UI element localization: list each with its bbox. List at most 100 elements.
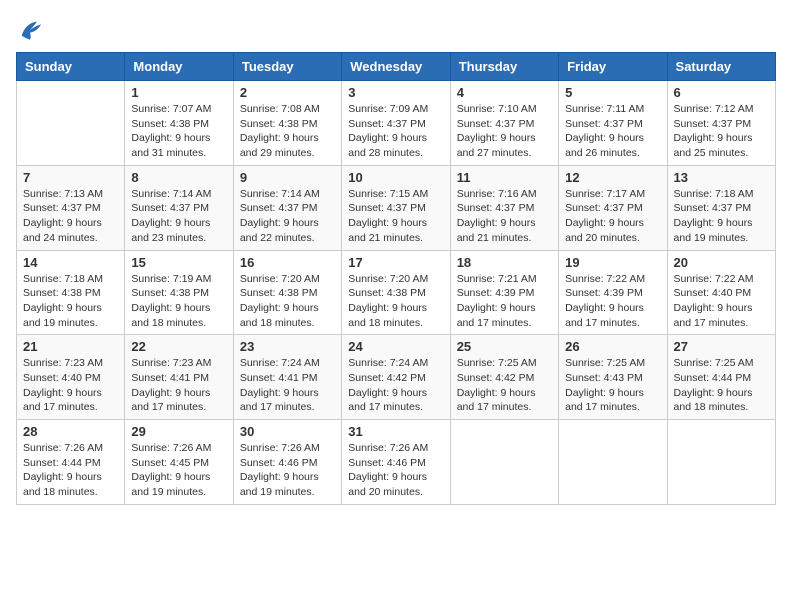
day-info: Sunrise: 7:22 AMSunset: 4:39 PMDaylight:… (565, 272, 660, 331)
calendar-cell: 14 Sunrise: 7:18 AMSunset: 4:38 PMDayligh… (17, 250, 125, 335)
column-header-friday: Friday (559, 53, 667, 81)
column-header-saturday: Saturday (667, 53, 775, 81)
day-number: 14 (23, 255, 118, 270)
day-info: Sunrise: 7:12 AMSunset: 4:37 PMDaylight:… (674, 102, 769, 161)
day-number: 5 (565, 85, 660, 100)
page-header (16, 16, 776, 44)
day-number: 21 (23, 339, 118, 354)
calendar-cell: 31 Sunrise: 7:26 AMSunset: 4:46 PMDayligh… (342, 420, 450, 505)
calendar-week-row: 14 Sunrise: 7:18 AMSunset: 4:38 PMDayligh… (17, 250, 776, 335)
day-info: Sunrise: 7:08 AMSunset: 4:38 PMDaylight:… (240, 102, 335, 161)
day-number: 28 (23, 424, 118, 439)
day-info: Sunrise: 7:25 AMSunset: 4:44 PMDaylight:… (674, 356, 769, 415)
calendar-cell: 6 Sunrise: 7:12 AMSunset: 4:37 PMDaylight… (667, 81, 775, 166)
logo (16, 16, 48, 44)
day-info: Sunrise: 7:15 AMSunset: 4:37 PMDaylight:… (348, 187, 443, 246)
calendar-header-row: SundayMondayTuesdayWednesdayThursdayFrid… (17, 53, 776, 81)
day-info: Sunrise: 7:19 AMSunset: 4:38 PMDaylight:… (131, 272, 226, 331)
calendar-cell: 30 Sunrise: 7:26 AMSunset: 4:46 PMDayligh… (233, 420, 341, 505)
calendar-cell: 18 Sunrise: 7:21 AMSunset: 4:39 PMDayligh… (450, 250, 558, 335)
day-info: Sunrise: 7:16 AMSunset: 4:37 PMDaylight:… (457, 187, 552, 246)
day-number: 22 (131, 339, 226, 354)
day-info: Sunrise: 7:26 AMSunset: 4:45 PMDaylight:… (131, 441, 226, 500)
calendar-cell (17, 81, 125, 166)
day-number: 9 (240, 170, 335, 185)
calendar-cell: 9 Sunrise: 7:14 AMSunset: 4:37 PMDaylight… (233, 165, 341, 250)
day-number: 30 (240, 424, 335, 439)
day-number: 6 (674, 85, 769, 100)
day-info: Sunrise: 7:22 AMSunset: 4:40 PMDaylight:… (674, 272, 769, 331)
calendar-cell: 5 Sunrise: 7:11 AMSunset: 4:37 PMDaylight… (559, 81, 667, 166)
day-info: Sunrise: 7:24 AMSunset: 4:41 PMDaylight:… (240, 356, 335, 415)
logo-bird-icon (16, 16, 44, 44)
day-number: 10 (348, 170, 443, 185)
day-number: 24 (348, 339, 443, 354)
day-info: Sunrise: 7:26 AMSunset: 4:46 PMDaylight:… (348, 441, 443, 500)
calendar-cell: 1 Sunrise: 7:07 AMSunset: 4:38 PMDaylight… (125, 81, 233, 166)
column-header-thursday: Thursday (450, 53, 558, 81)
day-number: 26 (565, 339, 660, 354)
day-number: 25 (457, 339, 552, 354)
day-number: 23 (240, 339, 335, 354)
day-info: Sunrise: 7:11 AMSunset: 4:37 PMDaylight:… (565, 102, 660, 161)
day-info: Sunrise: 7:23 AMSunset: 4:41 PMDaylight:… (131, 356, 226, 415)
day-info: Sunrise: 7:23 AMSunset: 4:40 PMDaylight:… (23, 356, 118, 415)
day-info: Sunrise: 7:17 AMSunset: 4:37 PMDaylight:… (565, 187, 660, 246)
day-info: Sunrise: 7:18 AMSunset: 4:37 PMDaylight:… (674, 187, 769, 246)
day-number: 3 (348, 85, 443, 100)
day-number: 18 (457, 255, 552, 270)
day-info: Sunrise: 7:20 AMSunset: 4:38 PMDaylight:… (240, 272, 335, 331)
calendar-week-row: 21 Sunrise: 7:23 AMSunset: 4:40 PMDayligh… (17, 335, 776, 420)
day-number: 8 (131, 170, 226, 185)
day-info: Sunrise: 7:26 AMSunset: 4:46 PMDaylight:… (240, 441, 335, 500)
day-info: Sunrise: 7:07 AMSunset: 4:38 PMDaylight:… (131, 102, 226, 161)
day-info: Sunrise: 7:18 AMSunset: 4:38 PMDaylight:… (23, 272, 118, 331)
day-info: Sunrise: 7:14 AMSunset: 4:37 PMDaylight:… (240, 187, 335, 246)
day-info: Sunrise: 7:09 AMSunset: 4:37 PMDaylight:… (348, 102, 443, 161)
calendar-cell: 16 Sunrise: 7:20 AMSunset: 4:38 PMDayligh… (233, 250, 341, 335)
calendar-week-row: 28Sunrise: 7:26 AMSunset: 4:44 PMDayligh… (17, 420, 776, 505)
day-number: 1 (131, 85, 226, 100)
calendar-cell: 24 Sunrise: 7:24 AMSunset: 4:42 PMDayligh… (342, 335, 450, 420)
day-number: 15 (131, 255, 226, 270)
day-number: 2 (240, 85, 335, 100)
calendar-table: SundayMondayTuesdayWednesdayThursdayFrid… (16, 52, 776, 505)
day-info: Sunrise: 7:14 AMSunset: 4:37 PMDaylight:… (131, 187, 226, 246)
day-number: 27 (674, 339, 769, 354)
calendar-cell: 28Sunrise: 7:26 AMSunset: 4:44 PMDayligh… (17, 420, 125, 505)
calendar-cell: 17Sunrise: 7:20 AMSunset: 4:38 PMDayligh… (342, 250, 450, 335)
day-number: 12 (565, 170, 660, 185)
calendar-cell: 10 Sunrise: 7:15 AMSunset: 4:37 PMDayligh… (342, 165, 450, 250)
day-number: 16 (240, 255, 335, 270)
calendar-cell: 29 Sunrise: 7:26 AMSunset: 4:45 PMDayligh… (125, 420, 233, 505)
day-info: Sunrise: 7:25 AMSunset: 4:42 PMDaylight:… (457, 356, 552, 415)
calendar-cell: 3 Sunrise: 7:09 AMSunset: 4:37 PMDaylight… (342, 81, 450, 166)
day-info: Sunrise: 7:24 AMSunset: 4:42 PMDaylight:… (348, 356, 443, 415)
day-number: 11 (457, 170, 552, 185)
calendar-cell: 2 Sunrise: 7:08 AMSunset: 4:38 PMDaylight… (233, 81, 341, 166)
day-number: 31 (348, 424, 443, 439)
day-info: Sunrise: 7:21 AMSunset: 4:39 PMDaylight:… (457, 272, 552, 331)
calendar-cell (667, 420, 775, 505)
calendar-cell (450, 420, 558, 505)
day-number: 29 (131, 424, 226, 439)
calendar-cell: 8 Sunrise: 7:14 AMSunset: 4:37 PMDaylight… (125, 165, 233, 250)
day-number: 13 (674, 170, 769, 185)
column-header-monday: Monday (125, 53, 233, 81)
calendar-cell: 13 Sunrise: 7:18 AMSunset: 4:37 PMDayligh… (667, 165, 775, 250)
calendar-week-row: 7Sunrise: 7:13 AMSunset: 4:37 PMDaylight… (17, 165, 776, 250)
column-header-tuesday: Tuesday (233, 53, 341, 81)
calendar-cell: 27 Sunrise: 7:25 AMSunset: 4:44 PMDayligh… (667, 335, 775, 420)
day-number: 19 (565, 255, 660, 270)
calendar-cell: 11 Sunrise: 7:16 AMSunset: 4:37 PMDayligh… (450, 165, 558, 250)
day-info: Sunrise: 7:10 AMSunset: 4:37 PMDaylight:… (457, 102, 552, 161)
calendar-cell: 7Sunrise: 7:13 AMSunset: 4:37 PMDaylight… (17, 165, 125, 250)
day-info: Sunrise: 7:20 AMSunset: 4:38 PMDaylight:… (348, 272, 443, 331)
day-number: 7 (23, 170, 118, 185)
calendar-cell: 15 Sunrise: 7:19 AMSunset: 4:38 PMDayligh… (125, 250, 233, 335)
calendar-cell: 4Sunrise: 7:10 AMSunset: 4:37 PMDaylight… (450, 81, 558, 166)
day-number: 20 (674, 255, 769, 270)
calendar-cell: 22 Sunrise: 7:23 AMSunset: 4:41 PMDayligh… (125, 335, 233, 420)
calendar-cell: 21 Sunrise: 7:23 AMSunset: 4:40 PMDayligh… (17, 335, 125, 420)
column-header-sunday: Sunday (17, 53, 125, 81)
